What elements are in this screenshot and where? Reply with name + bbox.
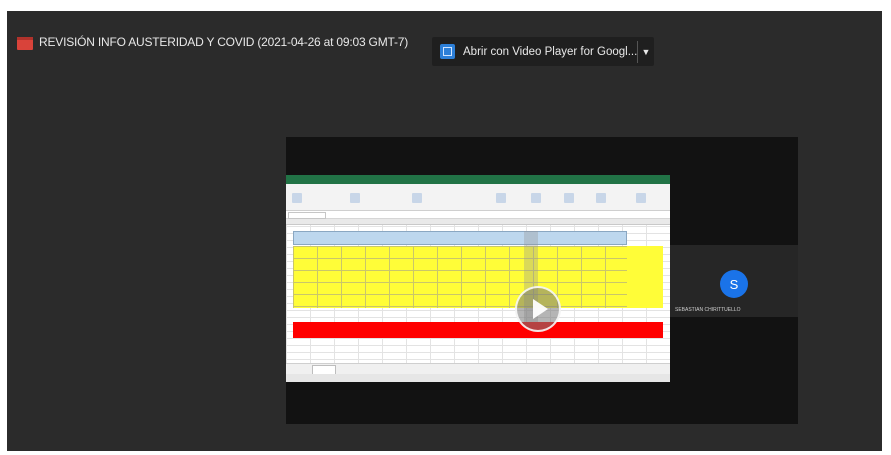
file-title: REVISIÓN INFO AUSTERIDAD Y COVID (2021-0…	[39, 35, 409, 49]
participant-avatar: S	[720, 270, 748, 298]
formula-bar	[286, 211, 670, 219]
cell-styles-icon	[564, 193, 574, 203]
window-border-bottom	[0, 451, 891, 455]
table-header-row	[293, 231, 627, 245]
video-preview[interactable]: S SEBASTIAN CHIRITTUELLO	[286, 137, 798, 424]
window-border-right	[882, 0, 891, 455]
insert-cells-icon	[596, 193, 606, 203]
play-icon[interactable]	[515, 286, 561, 332]
table-format-icon	[531, 193, 541, 203]
column-headers	[286, 219, 670, 225]
participant-name: SEBASTIAN CHIRITTUELLO	[675, 307, 741, 313]
name-box	[288, 212, 326, 219]
video-file-icon	[17, 37, 33, 50]
font-icon	[350, 193, 360, 203]
highlighted-row-red	[293, 322, 663, 338]
window-border-left	[0, 0, 7, 455]
conditional-format-icon	[496, 193, 506, 203]
spreadsheet-title-bar	[286, 175, 670, 184]
spreadsheet-grid	[286, 219, 670, 363]
open-with-dropdown-button[interactable]: ▼	[638, 37, 654, 66]
alignment-icon	[412, 193, 422, 203]
open-with-button-group: Abrir con Video Player for Googl... ▼	[432, 37, 654, 66]
paste-icon	[292, 193, 302, 203]
viewer-top-bar: REVISIÓN INFO AUSTERIDAD Y COVID (2021-0…	[7, 11, 882, 71]
find-icon	[636, 193, 646, 203]
screen-share-frame	[286, 175, 670, 382]
caret-down-icon: ▼	[641, 46, 651, 57]
spreadsheet-ribbon	[286, 184, 670, 211]
video-player-app-icon	[440, 44, 455, 59]
open-with-button[interactable]: Abrir con Video Player for Googl...	[432, 37, 637, 66]
spreadsheet-status-bar	[286, 374, 670, 382]
open-with-label: Abrir con Video Player for Googl...	[463, 45, 638, 58]
highlighted-cells-grid	[293, 246, 627, 308]
window-border-top	[0, 0, 891, 11]
